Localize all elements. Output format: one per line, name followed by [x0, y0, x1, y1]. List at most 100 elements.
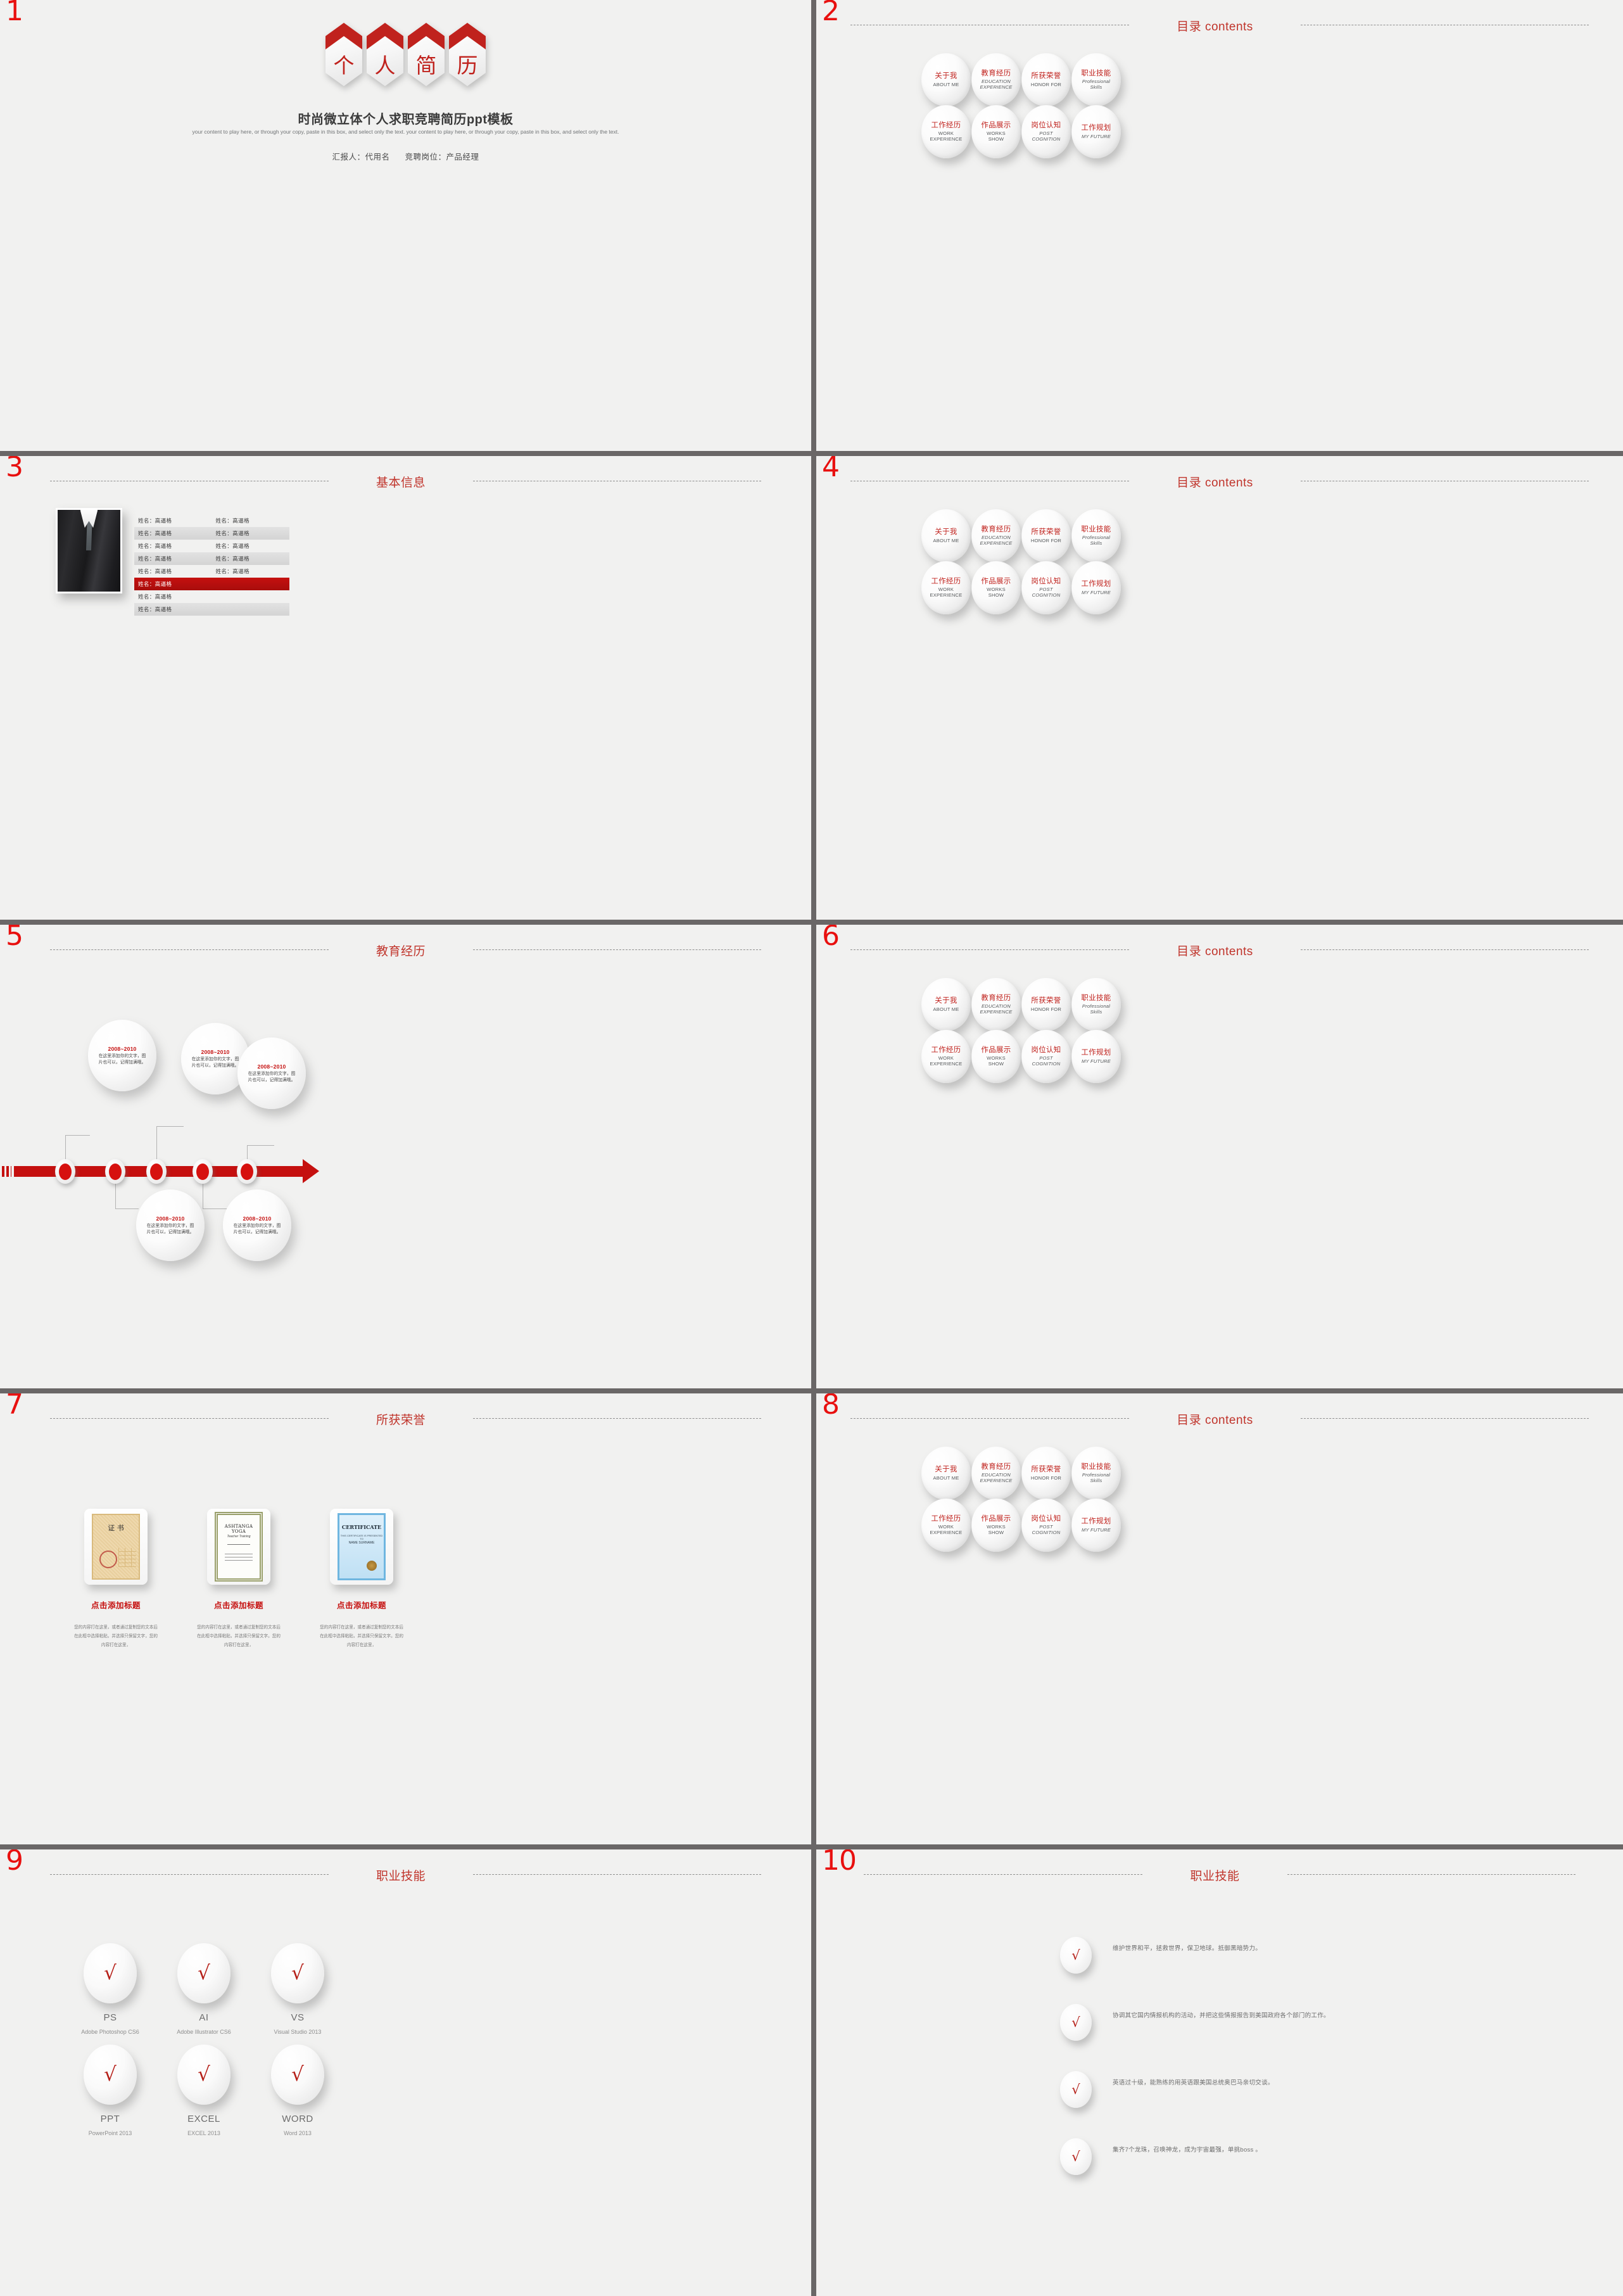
toc-item-4[interactable]: 职业技能 Professional Skills: [1071, 509, 1121, 562]
toc-item-1[interactable]: 关于我 ABOUT ME: [921, 1447, 971, 1500]
toc-item-7[interactable]: 岗位认知 POST COGNITION: [1021, 1030, 1071, 1083]
toc-item-4[interactable]: 职业技能 Professional Skills: [1071, 978, 1121, 1031]
toc-grid: 关于我 ABOUT ME 教育经历 EDUCATION EXPERIENCE 所获荣誉 HO…: [921, 509, 1121, 614]
toc-item-6[interactable]: 作品展示 WORKS SHOW: [971, 1499, 1021, 1552]
header-dash-right: [1300, 949, 1589, 951]
certificate-row: 证 书 点击添加标题 您的内容打在这里，或者通过复制您的文本后在此框中选择粘贴，…: [68, 1509, 409, 1650]
certificate-card-3[interactable]: CERTIFICATE THIS CERTIFICATE IS PRESENTE…: [314, 1509, 409, 1650]
toc-item-6[interactable]: 作品展示 WORKS SHOW: [971, 105, 1021, 158]
info-cell-left: 姓名：高逼格: [138, 581, 172, 587]
skill-bullet-badge: √: [1060, 1937, 1092, 1974]
timeline-bubble: 2008~2010 在这里添加你的文字，图片也可以，记得加满哦。: [136, 1189, 205, 1261]
info-row: 姓名：高逼格: [134, 578, 289, 590]
toc-item-5[interactable]: 工作经历 WORK EXPERIENCE: [921, 561, 971, 614]
toc-grid: 关于我 ABOUT ME 教育经历 EDUCATION EXPERIENCE 所获荣誉 HO…: [921, 978, 1121, 1083]
toc-item-6[interactable]: 作品展示 WORKS SHOW: [971, 1030, 1021, 1083]
page-title: 职业技能: [376, 1869, 426, 1883]
skill-badge: √: [271, 2045, 324, 2105]
toc-item-label-cn: 关于我: [935, 528, 957, 536]
timeline-bubble: 2008~2010 在这里添加你的文字，图片也可以，记得加满哦。: [223, 1189, 291, 1261]
hex-badge-1: 个: [325, 23, 362, 86]
toc-item-label-en: Professional Skills: [1082, 79, 1111, 91]
toc-item-label-cn: 教育经历: [981, 994, 1011, 1002]
toc-item-7[interactable]: 岗位认知 POST COGNITION: [1021, 561, 1071, 614]
skill-name: EXCEL: [187, 2114, 220, 2124]
toc-item-label-cn: 工作经历: [931, 577, 961, 585]
toc-item-label-cn: 作品展示: [981, 1046, 1011, 1054]
toc-item-1[interactable]: 关于我 ABOUT ME: [921, 978, 971, 1031]
certificate-sublabel: Teacher Training: [227, 1535, 251, 1538]
toc-item-7[interactable]: 岗位认知 POST COGNITION: [1021, 105, 1071, 158]
header-dash-left: [49, 1418, 329, 1419]
presenter-line: 汇报人：代用名 竞聘岗位：产品经理: [0, 150, 811, 162]
hex-badge-3: 简: [408, 23, 445, 86]
toc-item-2[interactable]: 教育经历 EDUCATION EXPERIENCE: [971, 1447, 1021, 1500]
certificate-grid: [118, 1548, 136, 1567]
toc-item-2[interactable]: 教育经历 EDUCATION EXPERIENCE: [971, 509, 1021, 562]
skill-item-vs[interactable]: √ VS Visual Studio 2013: [251, 1943, 344, 2045]
skill-item-ai[interactable]: √ AI Adobe Illustrator CS6: [157, 1943, 251, 2045]
skill-list-text: 维护世界和平，拯救世界，保卫地球。抵御黑暗势力。: [1113, 1945, 1262, 1952]
toc-item-5[interactable]: 工作经历 WORK EXPERIENCE: [921, 1499, 971, 1552]
toc-item-5[interactable]: 工作经历 WORK EXPERIENCE: [921, 105, 971, 158]
info-cell-left: 姓名：高逼格: [138, 555, 172, 562]
toc-item-3[interactable]: 所获荣誉 HONOR FOR: [1021, 509, 1071, 562]
skill-bullet-badge: √: [1060, 2071, 1092, 2108]
toc-item-7[interactable]: 岗位认知 POST COGNITION: [1021, 1499, 1071, 1552]
toc-item-8[interactable]: 工作规划 MY FUTURE: [1071, 561, 1121, 614]
skill-item-ppt[interactable]: √ PPT PowerPoint 2013: [63, 2045, 157, 2146]
skill-item-ps[interactable]: √ PS Adobe Photoshop CS6: [63, 1943, 157, 2045]
toc-item-label-en: EDUCATION EXPERIENCE: [980, 79, 1013, 91]
info-cell-right: 姓名：高逼格: [215, 543, 249, 549]
toc-item-4[interactable]: 职业技能 Professional Skills: [1071, 1447, 1121, 1500]
toc-item-label-cn: 工作规划: [1081, 1518, 1111, 1526]
skill-bullet-badge: √: [1060, 2004, 1092, 2041]
toc-item-1[interactable]: 关于我 ABOUT ME: [921, 53, 971, 106]
skill-bullet-badge: √: [1060, 2138, 1092, 2175]
timeline-node-dot: [196, 1163, 209, 1180]
check-icon: √: [104, 1962, 117, 1984]
certificate-card-1[interactable]: 证 书 点击添加标题 您的内容打在这里，或者通过复制您的文本后在此框中选择粘贴，…: [68, 1509, 163, 1650]
toc-item-label-en: EDUCATION EXPERIENCE: [980, 1003, 1013, 1015]
toc-item-3[interactable]: 所获荣誉 HONOR FOR: [1021, 53, 1071, 106]
toc-item-label-cn: 教育经历: [981, 525, 1011, 533]
toc-item-1[interactable]: 关于我 ABOUT ME: [921, 509, 971, 562]
toc-item-8[interactable]: 工作规划 MY FUTURE: [1071, 105, 1121, 158]
info-cell-left: 姓名：高逼格: [138, 530, 172, 536]
toc-item-6[interactable]: 作品展示 WORKS SHOW: [971, 561, 1021, 614]
timeline-node-dot: [109, 1163, 122, 1180]
toc-item-5[interactable]: 工作经历 WORK EXPERIENCE: [921, 1030, 971, 1083]
header-dash-left: [49, 481, 329, 482]
check-icon: √: [198, 2063, 210, 2086]
toc-item-label-cn: 岗位认知: [1031, 577, 1061, 585]
certificate-card-2[interactable]: ASHTANGA YOGA Teacher Training 点击添加标题 您的…: [191, 1509, 286, 1650]
toc-item-label-en: Professional Skills: [1082, 535, 1111, 547]
skill-item-excel[interactable]: √ EXCEL EXCEL 2013: [157, 2045, 251, 2146]
slide-6-contents: 6 目录 contents 关于我 ABOUT ME 教育经历 EDUCATION EX…: [816, 925, 1623, 1393]
timeline-node-dot: [150, 1163, 163, 1180]
timeline-leg: [156, 1126, 184, 1161]
toc-item-2[interactable]: 教育经历 EDUCATION EXPERIENCE: [971, 978, 1021, 1031]
toc-item-label-en: HONOR FOR: [1030, 1006, 1062, 1012]
certificate-image-chinese: 证 书: [92, 1514, 140, 1580]
info-cell-right: 姓名：高逼格: [215, 555, 249, 562]
skill-description: Adobe Illustrator CS6: [177, 2029, 231, 2035]
toc-item-label-cn: 所获荣誉: [1031, 1466, 1061, 1474]
toc-item-2[interactable]: 教育经历 EDUCATION EXPERIENCE: [971, 53, 1021, 106]
toc-item-3[interactable]: 所获荣誉 HONOR FOR: [1021, 1447, 1071, 1500]
toc-item-label-en: MY FUTURE: [1082, 133, 1111, 139]
header-dash-left: [850, 25, 1130, 26]
toc-item-label-en: Professional Skills: [1082, 1472, 1111, 1484]
hex-char: 简: [415, 53, 437, 78]
page-title: 基本信息: [376, 476, 426, 490]
timeline-node: [146, 1159, 167, 1184]
toc-item-8[interactable]: 工作规划 MY FUTURE: [1071, 1499, 1121, 1552]
header-dash-right: [1287, 1874, 1576, 1875]
toc-item-8[interactable]: 工作规划 MY FUTURE: [1071, 1030, 1121, 1083]
certificate-title: 点击添加标题: [336, 1601, 386, 1610]
toc-item-3[interactable]: 所获荣誉 HONOR FOR: [1021, 978, 1071, 1031]
toc-item-label-en: WORK EXPERIENCE: [930, 1055, 963, 1067]
skill-item-word[interactable]: √ WORD Word 2013: [251, 2045, 344, 2146]
page-title: 目录 contents: [1177, 20, 1253, 34]
toc-item-4[interactable]: 职业技能 Professional Skills: [1071, 53, 1121, 106]
